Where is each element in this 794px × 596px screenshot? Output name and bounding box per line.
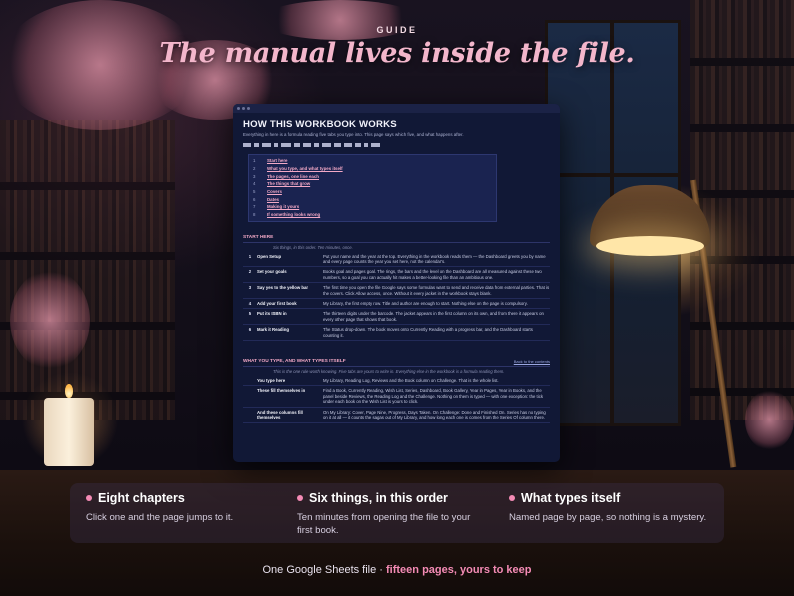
eyebrow-label: GUIDE xyxy=(376,25,418,35)
toc-link[interactable]: Making it yours xyxy=(267,204,299,209)
toc-item[interactable]: 8 If something looks wrong xyxy=(249,211,496,219)
candle xyxy=(44,398,94,466)
toc-number: 2 xyxy=(253,166,256,172)
table-row: 3 Say yes to the yellow bar The first time… xyxy=(243,283,550,299)
feature-title: Six things, in this order xyxy=(309,491,448,505)
toc-item[interactable]: 7 Making it yours xyxy=(249,203,496,211)
toc-link[interactable]: Start here xyxy=(267,158,288,163)
row-number: 3 xyxy=(248,285,252,291)
toc-number: 4 xyxy=(253,181,256,187)
table-row: You type here My Library, Reading Log, Re… xyxy=(243,376,550,387)
feature-six-things: Six things, in this order Ten minutes fr… xyxy=(297,491,472,537)
feature-chapters: Eight chapters Click one and the page ju… xyxy=(86,491,233,524)
table-row: These fill themselves in Find a Book, Cur… xyxy=(243,386,550,408)
row-number xyxy=(243,410,257,421)
toc-number: 8 xyxy=(253,212,256,218)
table-row: 4 Add your first book My Library, the firs… xyxy=(243,299,550,310)
row-value: My Library, the first empty row. Title a… xyxy=(323,300,528,306)
row-value: The first time you open the file Google … xyxy=(323,285,550,296)
feature-description: Named page by page, so nothing is a myst… xyxy=(509,512,707,523)
section-heading-types: WHAT YOU TYPE, AND WHAT TYPES ITSELF Bac… xyxy=(243,359,550,367)
glyph-strip xyxy=(243,142,550,148)
row-key: Set your goals xyxy=(257,269,287,275)
toc-link[interactable]: If something looks wrong xyxy=(267,212,320,217)
table-of-contents: 1 Start here 2 What you type, and what type… xyxy=(248,154,497,222)
row-number: 5 xyxy=(248,311,252,317)
bullet-dot-icon xyxy=(509,495,515,501)
row-value: The Status drop-down. The book moves ont… xyxy=(323,327,533,338)
feature-types-itself: What types itself Named page by page, so… xyxy=(509,491,706,524)
row-key: These fill themselves in xyxy=(257,388,306,394)
row-key: Add your first book xyxy=(257,300,297,306)
row-number xyxy=(243,378,257,383)
candle-flame xyxy=(65,384,73,398)
toc-number: 1 xyxy=(253,158,256,164)
row-number: 6 xyxy=(248,327,252,333)
row-key: Say yes to the yellow bar xyxy=(257,285,309,291)
bullet-dot-icon xyxy=(297,495,303,501)
window-dot-icon xyxy=(242,107,245,110)
window-titlebar xyxy=(233,104,560,113)
table-row: And these columns fill themselves On My L… xyxy=(243,408,550,424)
bookshelf-left xyxy=(0,120,175,420)
section-heading-start: START HERE xyxy=(243,235,550,243)
window-dot-icon xyxy=(247,107,250,110)
toc-number: 3 xyxy=(253,173,256,179)
doc-title: HOW THIS WORKBOOK WORKS xyxy=(243,119,397,130)
row-number: 2 xyxy=(248,269,252,275)
toc-link[interactable]: What you type, and what types itself xyxy=(267,166,343,171)
toc-item[interactable]: 3 The pages, one line each xyxy=(249,172,496,180)
row-value: The thirteen digits under the barcode. T… xyxy=(323,311,544,322)
row-value: Put your name and the year at the top. E… xyxy=(323,253,546,264)
row-number: 1 xyxy=(248,253,252,259)
window-dot-icon xyxy=(237,107,240,110)
toc-item[interactable]: 5 Covers xyxy=(249,188,496,196)
toc-link[interactable]: The things that grow xyxy=(267,181,310,186)
row-value: Find a Book, Currently Reading, Wish Lis… xyxy=(323,388,543,405)
page-headline: The manual lives inside the file. xyxy=(159,38,635,69)
toc-number: 7 xyxy=(253,204,256,210)
row-value: My Library, Reading Log, Reviews and the… xyxy=(323,377,499,383)
table-row: 2 Set your goals Books goal and pages goal… xyxy=(243,267,550,284)
toc-item[interactable]: 1 Start here xyxy=(249,157,496,165)
toc-link[interactable]: The pages, one line each xyxy=(267,174,319,179)
blossom-cluster xyxy=(10,270,90,370)
toc-number: 5 xyxy=(253,189,256,195)
toc-link[interactable]: Covers xyxy=(267,189,282,194)
types-table: You type here My Library, Reading Log, Re… xyxy=(243,376,550,424)
feature-description: Ten minutes from opening the file to you… xyxy=(297,512,471,536)
row-key: Open Setup xyxy=(257,253,282,259)
toc-link[interactable]: Dates xyxy=(267,197,279,202)
toc-item[interactable]: 4 The things that grow xyxy=(249,180,496,188)
spreadsheet-preview: HOW THIS WORKBOOK WORKS Everything in he… xyxy=(233,104,560,462)
row-key: You type here xyxy=(257,377,286,383)
blossom-cluster xyxy=(745,390,794,450)
footer-tagline: One Google Sheets file · fifteen pages, … xyxy=(262,564,532,576)
start-steps-table: 1 Open Setup Put your name and the year at… xyxy=(243,252,550,341)
toc-item[interactable]: 2 What you type, and what types itself xyxy=(249,165,496,173)
row-number xyxy=(243,388,257,404)
table-row: 5 Put its ISBN in The thirteen digits unde… xyxy=(243,309,550,326)
doc-subtitle: Everything in here is a formula reading … xyxy=(243,132,464,137)
row-value: On My Library: Cover, Page Nine, Progres… xyxy=(323,409,546,420)
toc-number: 6 xyxy=(253,196,256,202)
feature-title: What types itself xyxy=(521,491,621,505)
section-note: Six things, in this order. Ten minutes, … xyxy=(273,244,353,250)
feature-description: Click one and the page jumps to it. xyxy=(86,512,234,523)
lamp-light xyxy=(596,236,704,256)
back-to-contents-link[interactable]: Back to the contents xyxy=(514,359,550,364)
section-note: This is the one rule worth knowing. Five… xyxy=(273,368,505,374)
row-key: Put its ISBN in xyxy=(257,311,287,317)
toc-item[interactable]: 6 Dates xyxy=(249,195,496,203)
bullet-dot-icon xyxy=(86,495,92,501)
row-key: Mark it Reading xyxy=(257,327,289,333)
row-number: 4 xyxy=(248,300,252,306)
table-row: 1 Open Setup Put your name and the year at… xyxy=(243,252,550,268)
feature-title: Eight chapters xyxy=(98,491,185,505)
row-key: And these columns fill themselves xyxy=(257,409,303,420)
row-value: Books goal and pages goal. The rings, th… xyxy=(323,269,542,280)
table-row: 6 Mark it Reading The Status drop-down. Th… xyxy=(243,325,550,341)
